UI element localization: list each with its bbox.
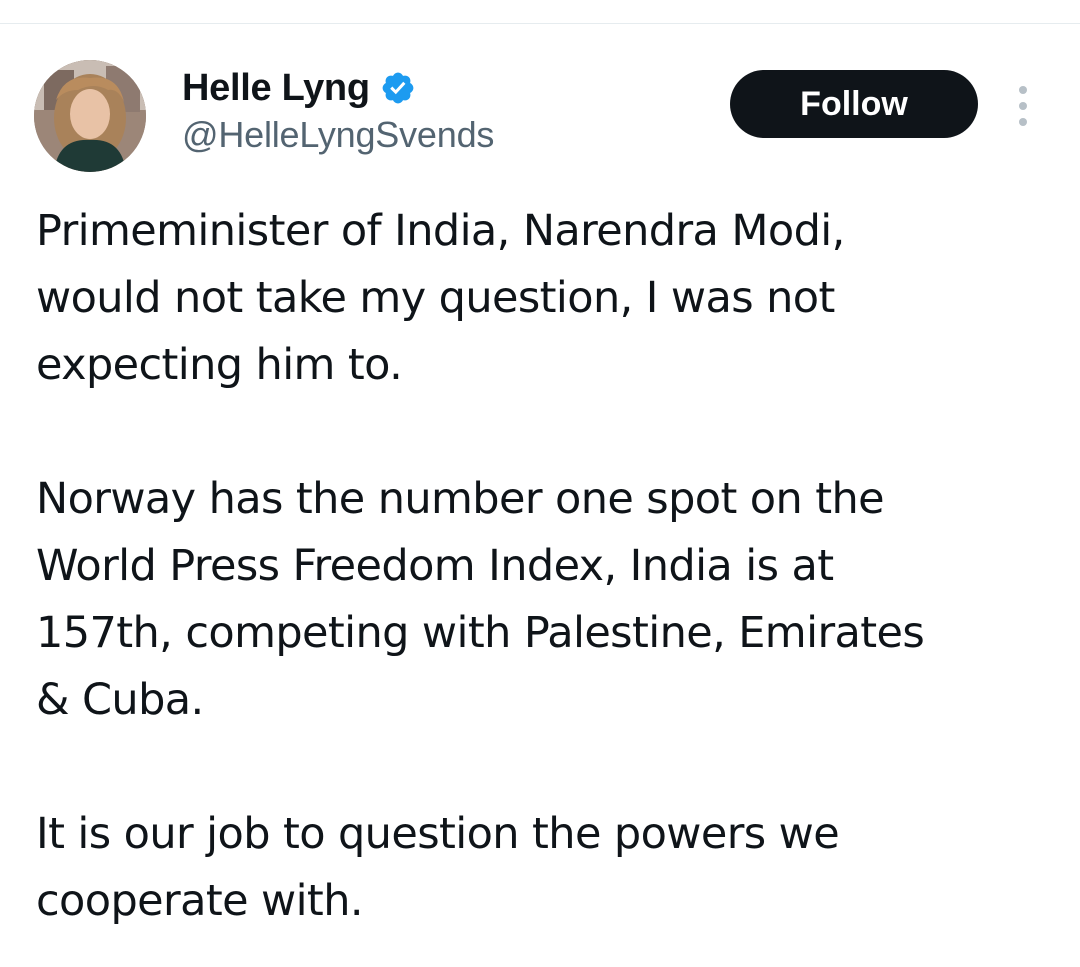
author-handle[interactable]: @HelleLyngSvends [182,114,494,156]
follow-button[interactable]: Follow [730,70,978,138]
tweet-header: Helle Lyng @HelleLyngSvends Follow [0,0,1080,190]
name-row: Helle Lyng [182,64,494,112]
avatar[interactable] [34,60,146,172]
more-dot [1019,102,1027,110]
verified-badge-icon [380,70,416,106]
display-name[interactable]: Helle Lyng [182,67,370,110]
author-identity: Helle Lyng @HelleLyngSvends [182,64,494,156]
more-vertical-icon[interactable] [1010,86,1036,126]
more-dot [1019,118,1027,126]
tweet-paragraph: Norway has the number one spot on the Wo… [36,474,925,725]
tweet-paragraph: It is our job to question the powers we … [36,809,840,926]
more-dot [1019,86,1027,94]
tweet-text: Primeminister of India, Narendra Modi, w… [36,198,1046,935]
tweet-paragraph: Primeminister of India, Narendra Modi, w… [36,206,845,390]
profile-photo-icon [34,60,146,172]
